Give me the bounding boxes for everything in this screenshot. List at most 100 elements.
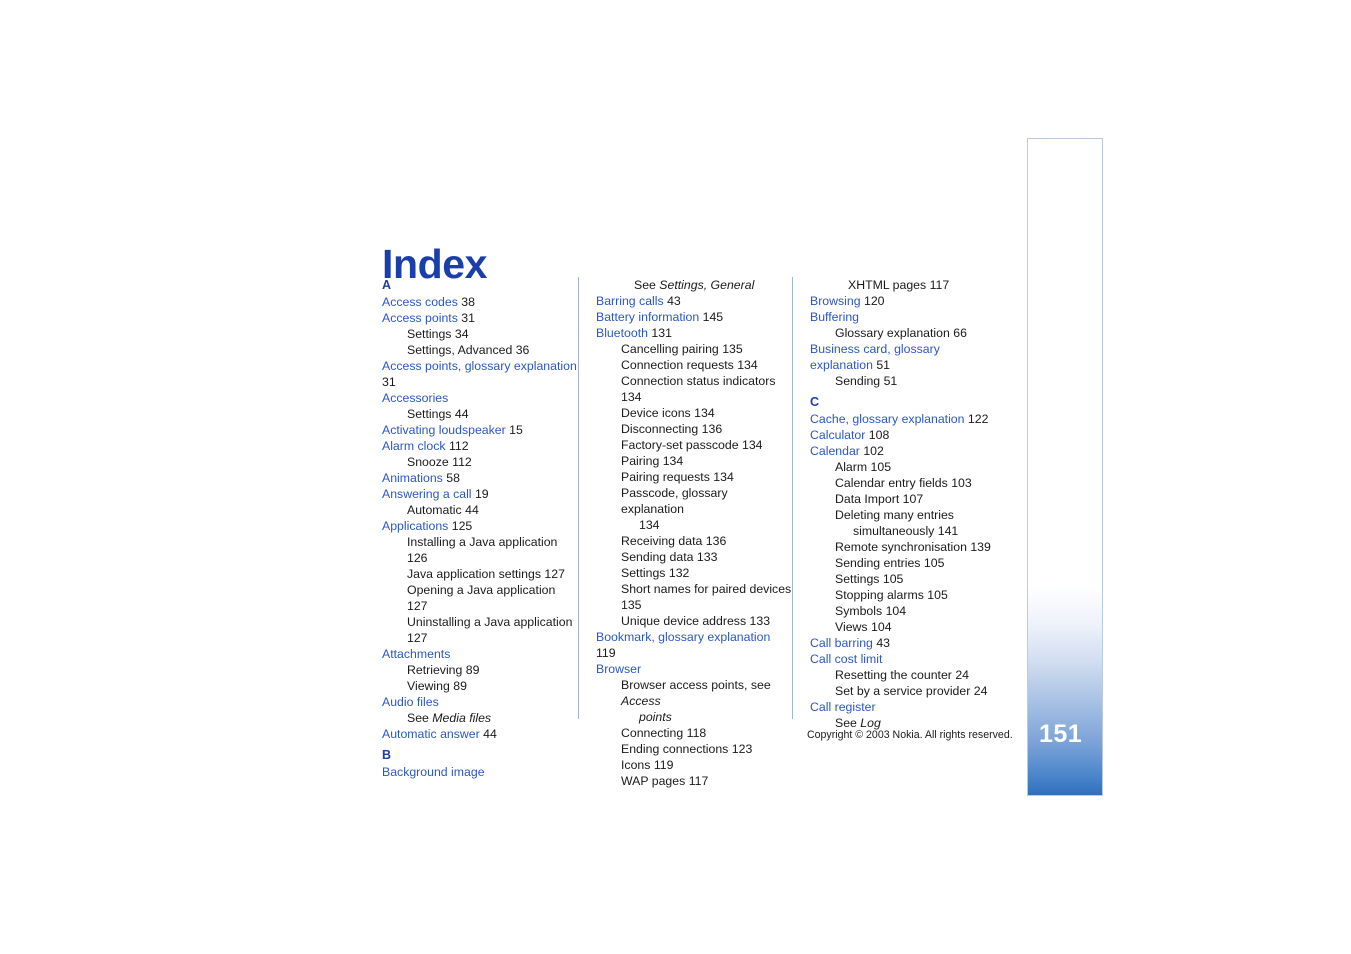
- index-subentry[interactable]: Views 104: [810, 619, 1006, 635]
- index-entry[interactable]: Background image: [382, 764, 578, 780]
- index-cross-reference[interactable]: See Media files: [382, 710, 578, 726]
- index-subentry[interactable]: Settings 105: [810, 571, 1006, 587]
- index-subentry-page: 132: [668, 566, 690, 580]
- index-entry[interactable]: Applications 125: [382, 518, 578, 534]
- index-subentry[interactable]: Pairing requests 134: [596, 469, 792, 485]
- index-subentry[interactable]: Opening a Java application 127: [382, 582, 578, 614]
- index-subentry[interactable]: Calendar entry fields 103: [810, 475, 1006, 491]
- index-entry[interactable]: Audio files: [382, 694, 578, 710]
- index-subentry-label: Cancelling pairing: [621, 342, 719, 356]
- index-subentry[interactable]: Set by a service provider 24: [810, 683, 1006, 699]
- index-subentry-continuation: 134: [639, 518, 660, 532]
- index-subentry[interactable]: Pairing 134: [596, 453, 792, 469]
- index-entry[interactable]: Activating loudspeaker 15: [382, 422, 578, 438]
- index-subentry[interactable]: Factory-set passcode 134: [596, 437, 792, 453]
- index-subentry-label: Icons: [621, 758, 651, 772]
- index-subentry[interactable]: Snooze 112: [382, 454, 578, 470]
- index-subentry[interactable]: Settings 132: [596, 565, 792, 581]
- index-subentry[interactable]: Passcode, glossary explanation 134: [596, 485, 792, 533]
- index-subentry[interactable]: Java application settings 127: [382, 566, 578, 582]
- index-entry[interactable]: Call register: [810, 699, 1006, 715]
- index-subentry-page: 44: [454, 407, 469, 421]
- index-entry-label: Calendar: [810, 444, 860, 458]
- index-subentry-page: 24: [973, 684, 988, 698]
- index-entry[interactable]: Accessories: [382, 390, 578, 406]
- index-entry[interactable]: Bookmark, glossary explanation 119: [596, 629, 792, 661]
- index-subentry[interactable]: Remote synchronisation 139: [810, 539, 1006, 555]
- index-subentry[interactable]: Device icons 134: [596, 405, 792, 421]
- index-entry-page: 131: [651, 326, 672, 340]
- index-entry[interactable]: Animations 58: [382, 470, 578, 486]
- index-entry-label: Calculator: [810, 428, 866, 442]
- index-cross-reference[interactable]: Browser access points, see Access points: [596, 677, 792, 725]
- index-subentry-label: Connection requests: [621, 358, 734, 372]
- index-subentry-label: Passcode, glossary explanation: [621, 486, 728, 516]
- index-subentry[interactable]: Sending 51: [810, 373, 1006, 389]
- index-subentry[interactable]: Settings 44: [382, 406, 578, 422]
- index-subentry[interactable]: Automatic 44: [382, 502, 578, 518]
- index-subentry[interactable]: Data Import 107: [810, 491, 1006, 507]
- index-subentry[interactable]: Deleting many entries simultaneously 141: [810, 507, 1006, 539]
- index-subentry[interactable]: Connecting 118: [596, 725, 792, 741]
- index-entry[interactable]: Access codes 38: [382, 294, 578, 310]
- index-subentry[interactable]: Unique device address 133: [596, 613, 792, 629]
- index-entry[interactable]: Buffering: [810, 309, 1006, 325]
- index-subentry[interactable]: Uninstalling a Java application 127: [382, 614, 578, 646]
- index-subentry[interactable]: Symbols 104: [810, 603, 1006, 619]
- index-cross-reference[interactable]: See Settings, General: [596, 277, 792, 293]
- index-subentry-page: 44: [465, 503, 479, 517]
- index-entry[interactable]: Access points, glossary explanation 31: [382, 358, 578, 390]
- index-entry[interactable]: Battery information 145: [596, 309, 792, 325]
- index-subentry[interactable]: Ending connections 123: [596, 741, 792, 757]
- index-subentry[interactable]: WAP pages 117: [596, 773, 792, 789]
- index-entry-label: Barring calls: [596, 294, 664, 308]
- index-subentry[interactable]: Sending data 133: [596, 549, 792, 565]
- index-subentry-page: 24: [955, 668, 970, 682]
- index-entry-label: Call cost limit: [810, 652, 883, 666]
- index-subentry[interactable]: Alarm 105: [810, 459, 1006, 475]
- index-subentry[interactable]: Icons 119: [596, 757, 792, 773]
- index-subentry-label: Retrieving: [407, 663, 463, 677]
- index-subentry-page: 89: [465, 663, 480, 677]
- index-subentry-label: Installing a Java application: [407, 535, 558, 549]
- index-entry[interactable]: Calculator 108: [810, 427, 1006, 443]
- index-entry-label: Bluetooth: [596, 326, 648, 340]
- index-entry[interactable]: Calendar 102: [810, 443, 1006, 459]
- index-entry[interactable]: Attachments: [382, 646, 578, 662]
- index-entry[interactable]: Call barring 43: [810, 635, 1006, 651]
- index-entry-page: 108: [868, 428, 890, 442]
- index-subentry[interactable]: Resetting the counter 24: [810, 667, 1006, 683]
- index-entry[interactable]: Alarm clock 112: [382, 438, 578, 454]
- index-subentry-label: Ending connections: [621, 742, 729, 756]
- index-subentry[interactable]: Glossary explanation 66: [810, 325, 1006, 341]
- index-entry[interactable]: Call cost limit: [810, 651, 1006, 667]
- index-entry[interactable]: Automatic answer 44: [382, 726, 578, 742]
- index-entry-label: Answering a call: [382, 487, 472, 501]
- index-entry[interactable]: Browser: [596, 661, 792, 677]
- index-entry[interactable]: Barring calls 43: [596, 293, 792, 309]
- index-subentry[interactable]: Retrieving 89: [382, 662, 578, 678]
- index-subentry[interactable]: Receiving data 136: [596, 533, 792, 549]
- cross-reference-target: Media files: [432, 711, 492, 725]
- index-subentry-label: Sending entries: [835, 556, 921, 570]
- index-subentry[interactable]: Disconnecting 136: [596, 421, 792, 437]
- index-subentry[interactable]: Stopping alarms 105: [810, 587, 1006, 603]
- index-subentry[interactable]: XHTML pages 117: [810, 277, 1006, 293]
- index-entry[interactable]: Cache, glossary explanation 122: [810, 411, 1006, 427]
- index-entry[interactable]: Answering a call 19: [382, 486, 578, 502]
- index-entry[interactable]: Business card, glossary explanation 51: [810, 341, 1006, 373]
- index-subentry[interactable]: Settings, Advanced 36: [382, 342, 578, 358]
- index-subentry[interactable]: Installing a Java application 126: [382, 534, 578, 566]
- index-subentry[interactable]: Short names for paired devices 135: [596, 581, 792, 613]
- index-subentry[interactable]: Cancelling pairing 135: [596, 341, 792, 357]
- index-entry[interactable]: Browsing 120: [810, 293, 1006, 309]
- index-subentry[interactable]: Connection requests 134: [596, 357, 792, 373]
- index-subentry[interactable]: Viewing 89: [382, 678, 578, 694]
- index-subentry[interactable]: Sending entries 105: [810, 555, 1006, 571]
- index-subentry-page: 117: [688, 774, 709, 788]
- index-entry[interactable]: Access points 31: [382, 310, 578, 326]
- cross-reference-prefix: See: [407, 711, 433, 725]
- index-subentry[interactable]: Settings 34: [382, 326, 578, 342]
- index-subentry[interactable]: Connection status indicators 134: [596, 373, 792, 405]
- index-entry[interactable]: Bluetooth 131: [596, 325, 792, 341]
